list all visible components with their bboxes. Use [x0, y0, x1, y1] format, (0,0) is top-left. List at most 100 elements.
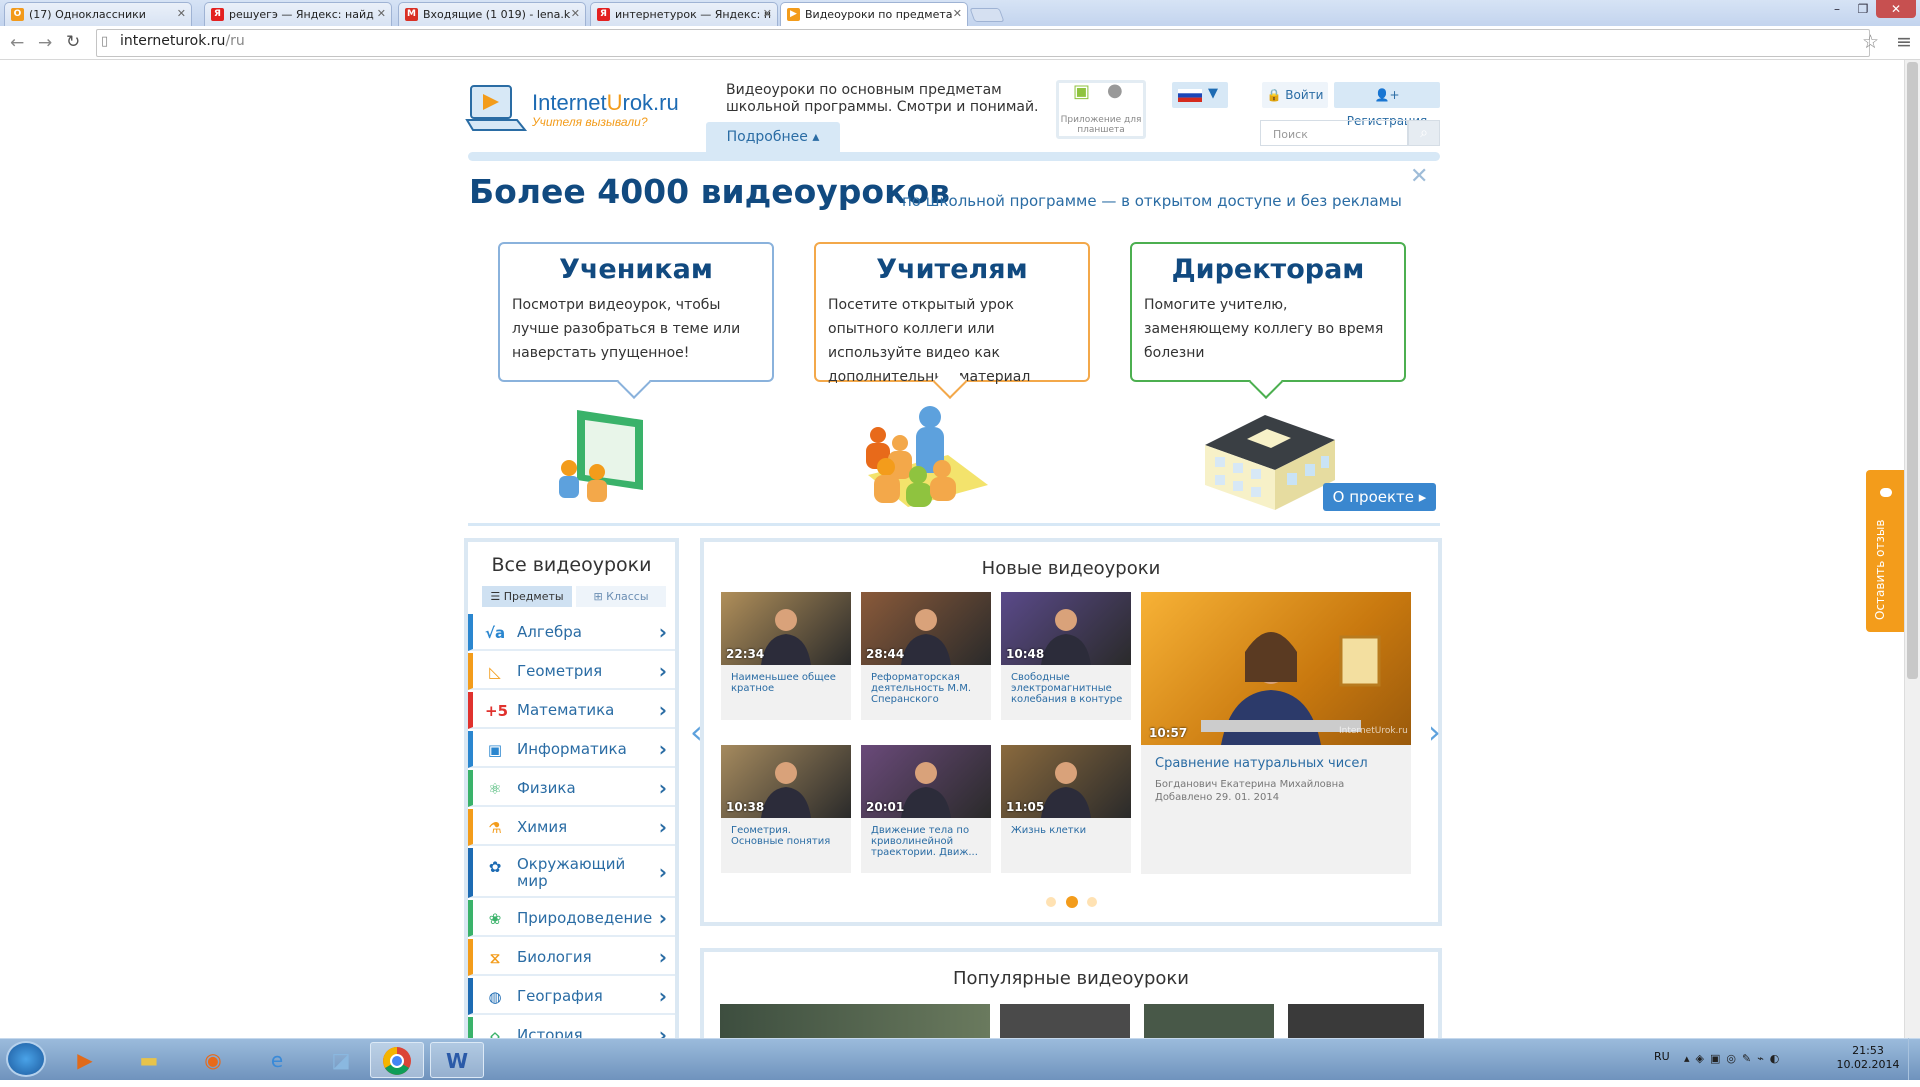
video-title[interactable]: Свободные электромагнитные колебания в к… [1011, 672, 1123, 705]
browser-tab[interactable]: ▶ Видеоуроки по предмета ✕ [780, 2, 968, 27]
show-desktop-button[interactable] [1908, 1038, 1920, 1080]
tab-close-icon[interactable]: ✕ [571, 7, 580, 20]
sidebar-item-subject[interactable]: ▣ Информатика › [468, 731, 675, 768]
sidebar-item-subject[interactable]: √a Алгебра › [468, 614, 675, 651]
tab-subjects[interactable]: ☰ Предметы [482, 586, 572, 607]
browser-tab[interactable]: Яинтернетурок — Яндекс: н ✕ [590, 2, 778, 26]
subject-icon: ⚗ [488, 819, 502, 837]
featured-video-thumbnail[interactable]: InternetUrok.ru 10:57 [1141, 592, 1411, 745]
close-icon[interactable]: ✕ [1410, 164, 1428, 189]
card-directors[interactable]: Директорам Помогите учителю, заменяющему… [1130, 242, 1406, 382]
video-title[interactable]: Наименьшее общее кратное [731, 672, 843, 694]
reload-icon[interactable]: ↻ [66, 32, 80, 52]
minimize-button[interactable]: – [1824, 0, 1850, 18]
subject-label: Окружающий мир [517, 855, 626, 890]
featured-author: Богданович Екатерина Михайловна [1155, 779, 1345, 790]
chrome-menu-icon[interactable]: ≡ [1896, 31, 1912, 53]
notes-app-icon[interactable]: ◪ [314, 1042, 368, 1078]
logo-name-part1: Internet [532, 90, 607, 115]
tab-classes[interactable]: ⊞ Классы [576, 586, 666, 607]
video-card[interactable]: 10:38 Геометрия. Основные понятия [721, 745, 851, 873]
video-title[interactable]: Движение тела по криволинейной траектори… [871, 825, 983, 858]
video-thumbnail[interactable]: 28:44 [861, 592, 991, 665]
carousel-dot-3[interactable] [1087, 897, 1097, 907]
popular-video-thumb[interactable] [1000, 1004, 1130, 1042]
explorer-folder-icon[interactable]: ▬ [122, 1042, 176, 1078]
sidebar-item-subject[interactable]: ✿ Окружающий мир › [468, 848, 675, 898]
video-card[interactable]: 11:05 Жизнь клетки [1001, 745, 1131, 873]
carousel-next-icon[interactable]: › [1428, 713, 1441, 751]
feedback-tab[interactable]: Оставить отзыв [1866, 470, 1906, 632]
search-icon[interactable]: ⌕ [1408, 120, 1440, 146]
tab-close-icon[interactable]: ✕ [953, 7, 962, 20]
video-card[interactable]: 28:44 Реформаторская деятельность М.М. Сп… [861, 592, 991, 720]
login-button[interactable]: 🔒 Войти [1262, 82, 1328, 108]
tablet-app-button[interactable]: ▣ ● Приложение для планшета [1056, 80, 1146, 139]
search-input[interactable]: Поиск [1260, 120, 1408, 146]
internet-explorer-icon[interactable]: e [250, 1042, 304, 1078]
scrollbar-thumb[interactable] [1907, 62, 1918, 679]
video-title[interactable]: Реформаторская деятельность М.М. Сперанс… [871, 672, 983, 705]
back-icon[interactable]: ← [10, 33, 24, 53]
video-card[interactable]: 20:01 Движение тела по криволинейной трае… [861, 745, 991, 873]
tab-close-icon[interactable]: ✕ [377, 7, 386, 20]
browser-tab[interactable]: O (17) Одноклассники ✕ [4, 2, 192, 26]
video-thumbnail[interactable]: 10:38 [721, 745, 851, 818]
sidebar-item-subject[interactable]: ❀ Природоведение › [468, 900, 675, 937]
sidebar-item-subject[interactable]: ◺ Геометрия › [468, 653, 675, 690]
start-button[interactable] [6, 1041, 46, 1077]
sidebar-item-subject[interactable]: ⚛ Физика › [468, 770, 675, 807]
url-path: /ru [225, 33, 245, 49]
sidebar-title: Все видеоуроки [491, 554, 652, 576]
maximize-button[interactable]: ❐ [1850, 0, 1876, 18]
register-user-icon: 👤+ [1374, 88, 1400, 102]
video-card[interactable]: 22:34 Наименьшее общее кратное [721, 592, 851, 720]
more-info-tab[interactable]: Подробнее ▴ [706, 122, 840, 153]
chrome-taskbar-icon[interactable] [370, 1042, 424, 1078]
media-player-icon[interactable]: ▶ [58, 1042, 112, 1078]
browser-tab[interactable]: M Входящие (1 019) - lena.k ✕ [398, 2, 586, 26]
language-selector[interactable]: ▼ [1172, 82, 1228, 108]
firefox-icon[interactable]: ◉ [186, 1042, 240, 1078]
card-students[interactable]: Ученикам Посмотри видеоурок, чтобы лучше… [498, 242, 774, 382]
popular-video-thumb[interactable] [1288, 1004, 1424, 1042]
video-thumbnail[interactable]: 20:01 [861, 745, 991, 818]
video-thumbnail[interactable]: 11:05 [1001, 745, 1131, 818]
forward-icon[interactable]: → [38, 33, 52, 53]
carousel-dot-2[interactable] [1066, 896, 1078, 908]
site-logo-name[interactable]: InternetUrok.ru [532, 90, 679, 116]
popular-video-thumb[interactable] [720, 1004, 990, 1042]
keyboard-language[interactable]: RU [1654, 1050, 1670, 1063]
taskbar-clock[interactable]: 21:53 10.02.2014 [1830, 1044, 1906, 1072]
bookmark-star-icon[interactable]: ☆ [1862, 31, 1879, 53]
register-button[interactable]: 👤+ Регистрация [1334, 82, 1440, 128]
tab-close-icon[interactable]: ✕ [763, 7, 772, 20]
popular-video-thumb[interactable] [1144, 1004, 1274, 1042]
video-title[interactable]: Жизнь клетки [1011, 825, 1123, 836]
browser-tab[interactable]: Ярешуегэ — Яндекс: найд ✕ [204, 2, 392, 26]
tray-icons[interactable]: ▴◈▣◎✎⌁◐ [1684, 1052, 1785, 1065]
card-teachers[interactable]: Учителям Посетите открытый урок опытного… [814, 242, 1090, 385]
sidebar-item-subject[interactable]: ⧖ Биология › [468, 939, 675, 976]
tab-title: Входящие (1 019) - lena.k [423, 8, 571, 21]
new-tab-button[interactable] [969, 8, 1005, 22]
video-card[interactable]: 10:48 Свободные электромагнитные колебани… [1001, 592, 1131, 720]
carousel-dot-1[interactable] [1046, 897, 1056, 907]
video-thumbnail[interactable]: 10:48 [1001, 592, 1131, 665]
close-window-button[interactable]: ✕ [1876, 0, 1916, 18]
tab-close-icon[interactable]: ✕ [177, 7, 186, 20]
sidebar-item-subject[interactable]: ⚗ Химия › [468, 809, 675, 846]
featured-video[interactable]: InternetUrok.ru 10:57 Сравнение натураль… [1141, 592, 1411, 874]
address-bar[interactable] [96, 29, 1870, 57]
about-project-button[interactable]: О проекте ▸ [1323, 483, 1436, 511]
video-title[interactable]: Геометрия. Основные понятия [731, 825, 843, 847]
logo-laptop-icon[interactable] [465, 84, 529, 134]
word-icon[interactable]: W [430, 1042, 484, 1078]
sidebar-item-subject[interactable]: ◍ География › [468, 978, 675, 1015]
video-thumbnail[interactable]: 22:34 [721, 592, 851, 665]
featured-title[interactable]: Сравнение натуральных чисел [1155, 756, 1368, 771]
carousel-prev-icon[interactable]: ‹ [690, 713, 703, 751]
card-teachers-title: Учителям [876, 254, 1028, 285]
address-url[interactable]: interneturok.ru/ru [120, 33, 245, 49]
sidebar-item-subject[interactable]: +5 Математика › [468, 692, 675, 729]
